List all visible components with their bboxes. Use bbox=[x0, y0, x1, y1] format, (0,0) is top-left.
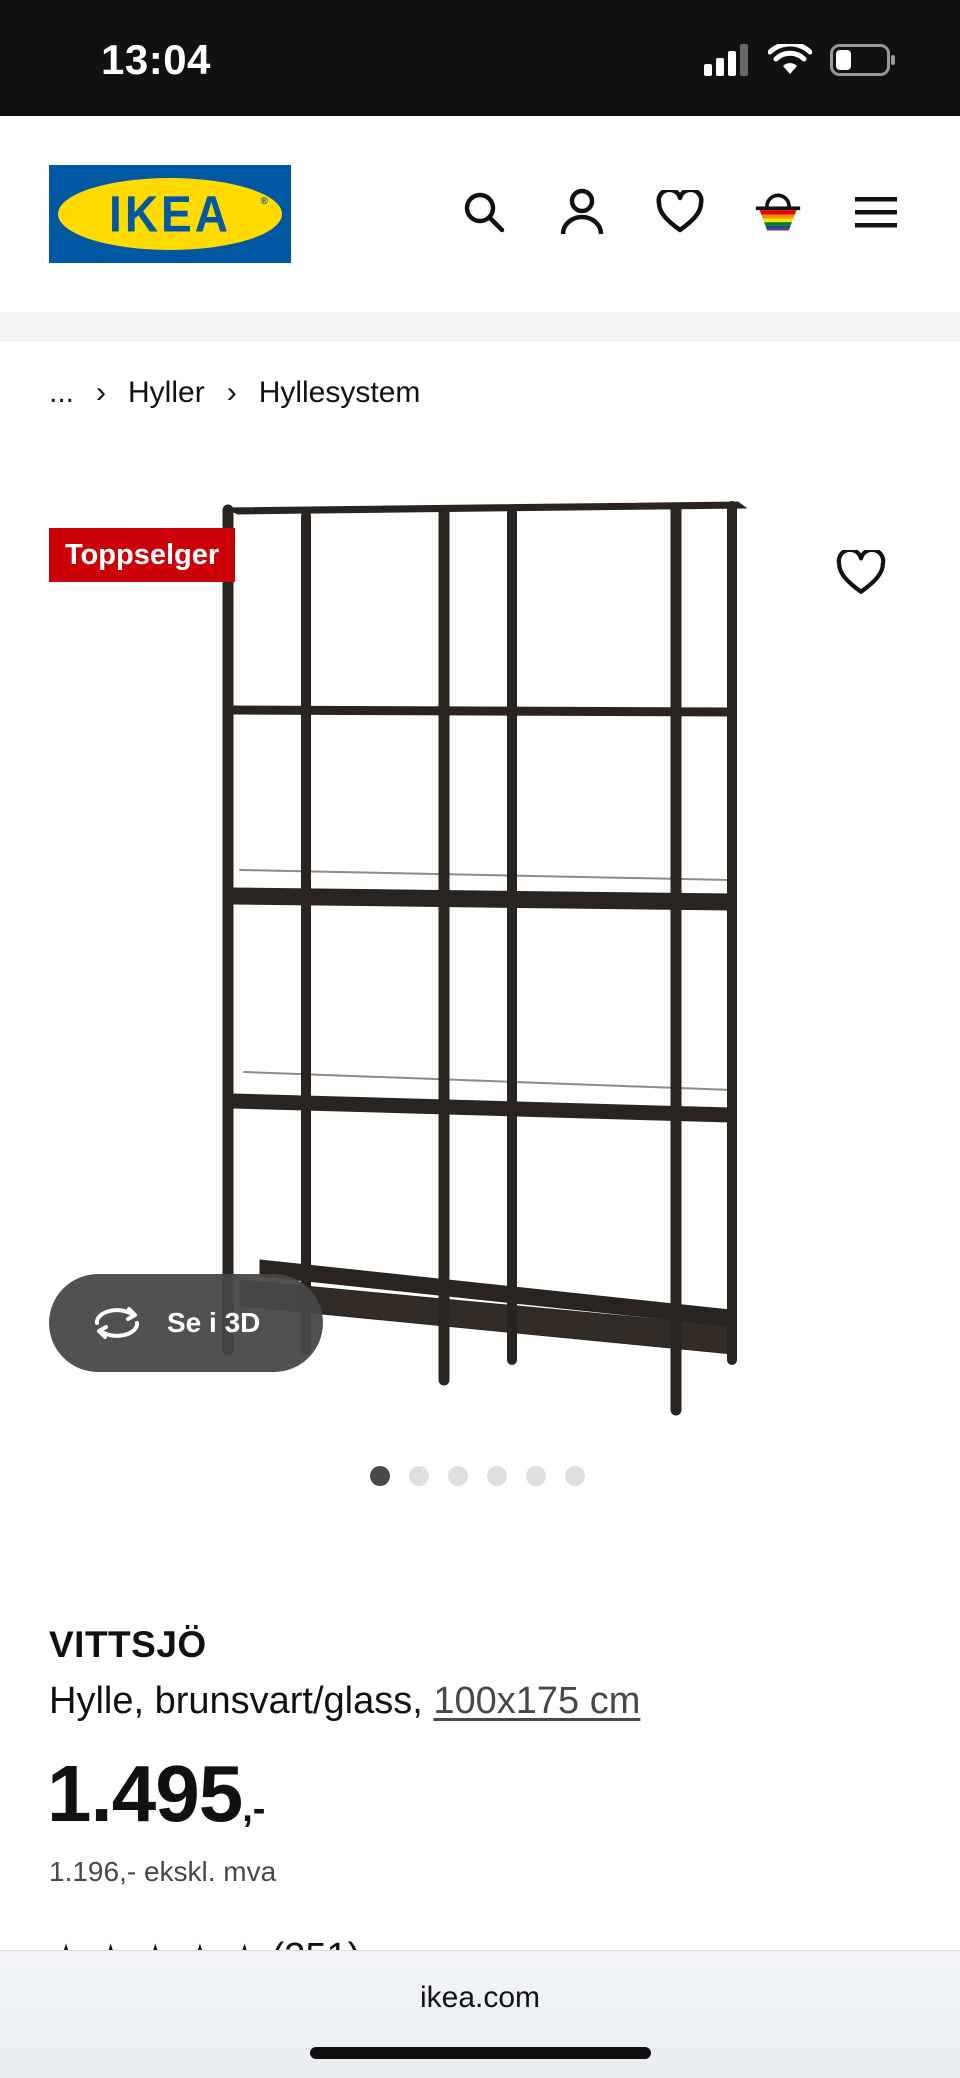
site-header: IKEA ® bbox=[0, 116, 960, 312]
battery-icon bbox=[830, 44, 895, 76]
logo-reg: ® bbox=[260, 196, 268, 207]
carousel-dot[interactable] bbox=[526, 1466, 546, 1486]
header-divider bbox=[0, 312, 960, 342]
browser-address-bar[interactable]: ikea.com bbox=[0, 1950, 960, 2078]
view-3d-button[interactable]: Se i 3D bbox=[49, 1274, 323, 1372]
product-name: VITTSJÖ bbox=[49, 1624, 207, 1665]
header-icons bbox=[460, 188, 900, 236]
breadcrumb-item-hyllesystem[interactable]: Hyllesystem bbox=[259, 376, 421, 410]
price-suffix: ,- bbox=[242, 1788, 266, 1830]
chevron-right-icon: › bbox=[96, 376, 107, 409]
ikea-logo[interactable]: IKEA ® bbox=[49, 165, 291, 263]
home-indicator bbox=[310, 2047, 651, 2059]
wifi-icon bbox=[768, 44, 812, 74]
account-icon[interactable] bbox=[558, 188, 606, 236]
breadcrumb-item-hyller[interactable]: Hyller bbox=[128, 376, 205, 410]
rotate-3d-icon bbox=[94, 1307, 140, 1339]
product-type: Hylle, brunsvart/glass, bbox=[49, 1680, 423, 1722]
top-seller-badge: Toppselger bbox=[49, 528, 236, 582]
carousel-dot[interactable] bbox=[409, 1466, 429, 1486]
carousel-dot[interactable] bbox=[487, 1466, 507, 1486]
basket-icon[interactable] bbox=[754, 188, 802, 236]
price-ex-vat: 1.196,- ekskl. mva bbox=[49, 1856, 277, 1887]
logo-text: IKEA bbox=[109, 185, 231, 243]
menu-icon[interactable] bbox=[852, 188, 900, 236]
product-description: Hylle, brunsvart/glass, 100x175 cm bbox=[49, 1680, 640, 1723]
signal-icon bbox=[704, 44, 748, 76]
url-text[interactable]: ikea.com bbox=[0, 1981, 960, 2015]
carousel-dot[interactable] bbox=[448, 1466, 468, 1486]
product-price: 1.495,- bbox=[47, 1748, 265, 1840]
logo-oval: IKEA ® bbox=[58, 178, 282, 250]
price-amount: 1.495 bbox=[47, 1749, 243, 1838]
favorite-heart-icon[interactable] bbox=[836, 547, 886, 600]
image-carousel-dots bbox=[370, 1466, 585, 1486]
view-3d-label: Se i 3D bbox=[167, 1307, 261, 1338]
heart-icon[interactable] bbox=[656, 188, 704, 236]
search-icon[interactable] bbox=[460, 188, 508, 236]
breadcrumb: ... › Hyller › Hyllesystem bbox=[49, 376, 420, 410]
status-icons bbox=[704, 44, 896, 76]
carousel-dot[interactable] bbox=[565, 1466, 585, 1486]
breadcrumb-ellipsis[interactable]: ... bbox=[49, 376, 74, 410]
carousel-dot[interactable] bbox=[370, 1466, 390, 1486]
chevron-right-icon: › bbox=[226, 376, 237, 409]
status-bar: 13:04 bbox=[0, 0, 960, 116]
status-time: 13:04 bbox=[101, 36, 211, 83]
product-size-link[interactable]: 100x175 cm bbox=[433, 1680, 640, 1722]
